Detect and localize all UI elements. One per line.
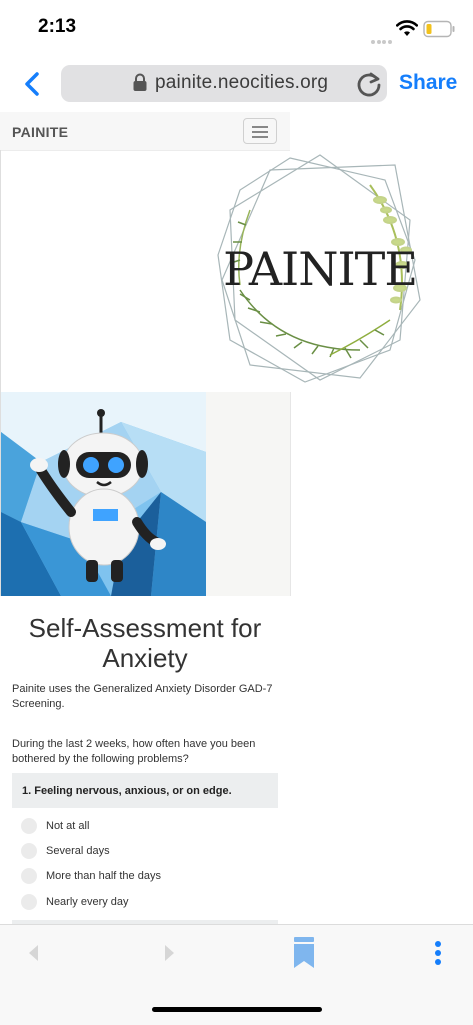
wifi-icon [396, 20, 418, 36]
radio-button[interactable] [21, 818, 37, 834]
forward-arrow-icon[interactable] [161, 943, 177, 963]
battery-icon [423, 20, 455, 38]
cellular-signal-icon [371, 31, 393, 44]
url-text[interactable]: painite.neocities.org [155, 72, 328, 94]
logo-text: PAINITE [223, 242, 417, 296]
lock-icon [133, 73, 147, 91]
hamburger-icon [252, 126, 268, 128]
painite-logo: PAINITE [210, 150, 430, 390]
page-title: Self-Assessment for Anxiety [28, 613, 262, 673]
back-arrow-icon[interactable] [26, 943, 42, 963]
site-brand[interactable]: PAINITE [12, 124, 68, 140]
more-options-icon[interactable] [433, 940, 443, 966]
radio-button[interactable] [21, 868, 37, 884]
radio-button[interactable] [21, 843, 37, 859]
option-label: More than half the days [46, 870, 161, 882]
radio-button[interactable] [21, 894, 37, 910]
option-label: Not at all [46, 820, 90, 832]
bookmarks-icon[interactable] [292, 936, 316, 970]
status-time: 2:13 [38, 16, 77, 37]
image-side-panel [206, 392, 291, 596]
home-indicator [152, 1007, 322, 1012]
back-button[interactable] [18, 68, 48, 100]
option-label: Nearly every day [46, 896, 129, 908]
question-intro-text: During the last 2 weeks, how often have … [12, 738, 256, 765]
reload-icon[interactable] [355, 70, 383, 98]
intro-text: Painite uses the Generalized Anxiety Dis… [12, 683, 273, 710]
question-1-label: 1. Feeling nervous, anxious, or on edge. [22, 785, 232, 797]
robot-mascot-image [1, 392, 206, 596]
menu-toggle-button[interactable] [243, 118, 277, 144]
share-button[interactable]: Share [399, 71, 457, 95]
option-label: Several days [46, 845, 110, 857]
